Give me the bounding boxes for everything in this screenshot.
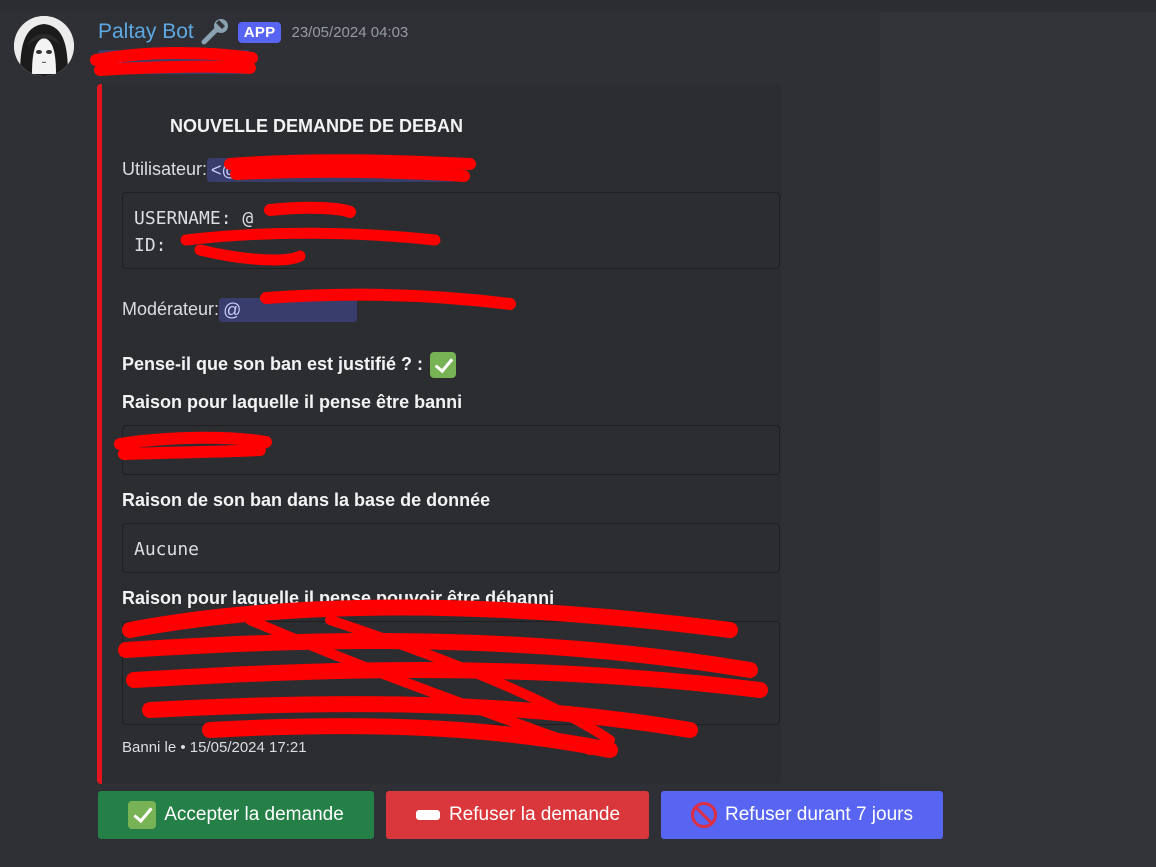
embed-footer: Banni le • 15/05/2024 17:21 (122, 739, 307, 756)
db-reason-value: Aucune (134, 539, 200, 560)
avatar-image (14, 16, 74, 76)
reason-banned-box (122, 425, 780, 475)
reason-banned-label: Raison pour laquelle il pense être banni (122, 392, 463, 412)
reason-unban-box (122, 621, 780, 725)
id-line: ID: (134, 235, 167, 256)
justified-question: Pense-il que son ban est justifié ? : (122, 354, 424, 374)
minus-icon (415, 802, 441, 828)
embed-title: NOUVELLE DEMANDE DE DEBAN (170, 116, 464, 136)
user-code-block: USERNAME: @ ID: (122, 192, 780, 269)
reason-unban-label: Raison pour laquelle il pense pouvoir êt… (122, 588, 555, 608)
author-name[interactable]: Paltay Bot (98, 20, 194, 44)
accept-button[interactable]: Accepter la demande (98, 791, 374, 839)
refuse-button-label: Refuser la demande (448, 804, 621, 825)
moderator-field: Modérateur: @ (122, 297, 358, 323)
db-reason-box: Aucune (122, 523, 780, 573)
refuse-7-days-button[interactable]: Refuser durant 7 jours (661, 791, 943, 839)
message-timestamp[interactable]: 23/05/2024 04:03 (291, 24, 408, 41)
message-header: Paltay Bot APP 23/05/2024 04:03 (98, 18, 408, 46)
avatar[interactable] (14, 16, 74, 76)
refuse-7-days-button-label: Refuser durant 7 jours (725, 804, 913, 825)
user-mention[interactable]: <@ (207, 158, 454, 183)
moderator-label: Modérateur: (122, 299, 220, 319)
moderator-mention[interactable]: @ (219, 298, 358, 323)
refuse-button[interactable]: Refuser la demande (386, 791, 649, 839)
accept-button-label: Accepter la demande (164, 804, 344, 825)
user-field: Utilisateur: <@ (122, 157, 454, 183)
discord-channel: Paltay Bot APP 23/05/2024 04:03 @ NOUVEL… (0, 0, 1156, 867)
top-strip (0, 0, 1156, 12)
justified-field: Pense-il que son ban est justifié ? : (122, 351, 457, 379)
no-entry-icon (691, 802, 717, 828)
app-badge: APP (237, 21, 282, 43)
user-label: Utilisateur: (122, 159, 208, 179)
check-mark-icon (128, 801, 157, 829)
wrench-icon (200, 18, 232, 46)
db-reason-label: Raison de son ban dans la base de donnée (122, 490, 491, 510)
mention-chip[interactable]: @ (98, 50, 250, 74)
username-line: USERNAME: @ (134, 208, 254, 229)
check-mark-icon (430, 352, 457, 379)
